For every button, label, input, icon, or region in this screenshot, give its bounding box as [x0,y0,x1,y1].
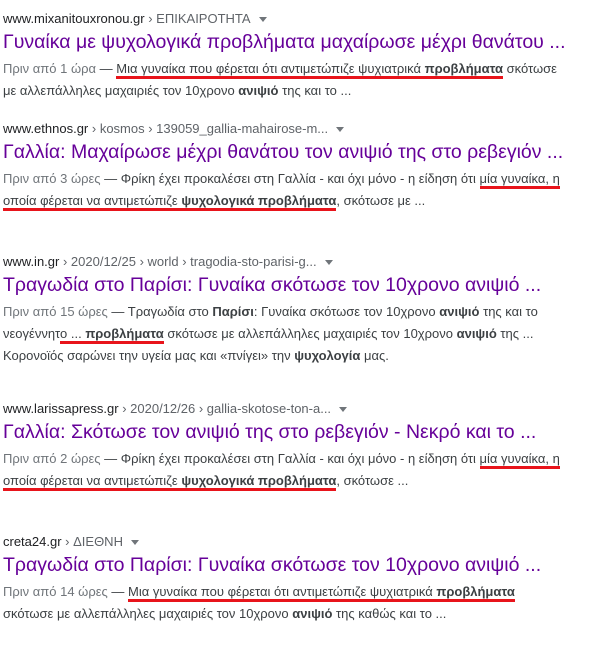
result-title-link[interactable]: Τραγωδία στο Παρίσι: Γυναίκα σκότωσε τον… [3,272,604,298]
result-snippet: Πριν από 14 ώρες — Μια γυναίκα που φέρετ… [3,581,604,625]
snippet-text: της και το [479,304,538,319]
result-snippet: Πριν από 1 ώρα — Μια γυναίκα που φέρεται… [3,58,604,102]
snippet-highlight: ανιψιό [292,606,333,621]
annotated-phrase: προβλήματα [436,584,515,602]
snippet-text: σκότωσε [503,61,557,76]
result-site[interactable]: www.mixanitouxronou.gr [3,11,145,26]
snippet-highlight: Παρίσι [212,304,254,319]
result-title-link[interactable]: Γυναίκα με ψυχολογικά προβλήματα μαχαίρω… [3,29,604,55]
snippet-text: — Τραγωδία στο [107,304,213,319]
snippet-line: Πριν από 14 ώρες — Μια γυναίκα που φέρετ… [3,581,604,603]
annotated-phrase: ο ... [60,326,86,344]
snippet-line: Πριν από 3 ώρες — Φρίκη έχει προκαλέσει … [3,168,604,190]
annotated-phrase: οποία φέρεται να αντιμετώπιζε [3,473,182,491]
chevron-down-icon[interactable] [130,540,139,546]
snippet-text: μας. [360,348,389,363]
annotated-phrase: προβλήματα [85,326,164,344]
snippet-line: Πριν από 1 ώρα — Μια γυναίκα που φέρεται… [3,58,604,80]
annotated-phrase: μία γυναίκα, η [479,451,560,469]
result-url[interactable]: creta24.gr › ΔΙΕΘΝΗ [3,533,604,551]
snippet-text: — [107,584,129,599]
result-breadcrumb: › kosmos › 139059_gallia-mahairose-m... [88,121,329,136]
annotated-phrase: Μια γυναίκα που φέρεται ότι αντιμετώπιζε… [116,61,425,79]
snippet-highlight: ανιψιό [439,304,480,319]
annotated-phrase: προβλήματα [424,61,504,79]
chevron-down-icon[interactable] [258,17,267,23]
result-breadcrumb: › 2020/12/26 › gallia-skotose-ton-a... [118,401,332,416]
result-title-link[interactable]: Τραγωδία στο Παρίσι: Γυναίκα σκότωσε τον… [3,552,604,578]
search-results: www.mixanitouxronou.gr › ΕΠΙΚΑΙΡΟΤΗΤΑ Γυ… [3,0,604,653]
result-date: Πριν από 3 ώρες [3,171,101,186]
result-title-link[interactable]: Γαλλία: Μαχαίρωσε μέχρι θανάτου τον ανιψ… [3,139,604,165]
search-result: www.larissapress.gr › 2020/12/26 › galli… [3,400,604,523]
result-url[interactable]: www.ethnos.gr › kosmos › 139059_gallia-m… [3,120,604,138]
snippet-text: της καθώς και το ... [332,606,447,621]
snippet-text: — [96,61,117,76]
snippet-line: σκότωσε με αλλεπάλληλες μαχαιριές τον 10… [3,603,604,625]
result-url[interactable]: www.larissapress.gr › 2020/12/26 › galli… [3,400,604,418]
result-snippet: Πριν από 15 ώρες — Τραγωδία στο Παρίσι: … [3,301,604,367]
snippet-text: με αλλεπάλληλες μαχαιριές τον 10χρονο [3,83,239,98]
result-title-link[interactable]: Γαλλία: Σκότωσε τον ανιψιό της στο ρεβεγ… [3,419,604,445]
snippet-highlight: ψυχολογία [294,348,361,363]
annotated-phrase: ψυχολογικά προβλήματα [181,193,337,211]
snippet-line: οποία φέρεται να αντιμετώπιζε ψυχολογικά… [3,190,604,212]
result-url[interactable]: www.mixanitouxronou.gr › ΕΠΙΚΑΙΡΟΤΗΤΑ [3,10,604,28]
snippet-line: οποία φέρεται να αντιμετώπιζε ψυχολογικά… [3,470,604,492]
search-result: www.mixanitouxronou.gr › ΕΠΙΚΑΙΡΟΤΗΤΑ Γυ… [3,10,604,110]
result-site[interactable]: www.larissapress.gr [3,401,119,416]
annotated-phrase: μία γυναίκα, η [479,171,560,189]
snippet-line: νεογέννητο ... προβλήματα σκότωσε με αλλ… [3,323,604,345]
result-site[interactable]: creta24.gr [3,534,62,549]
snippet-line: Κορονοϊός σαρώνει την υγεία μας και «πνί… [3,345,604,367]
chevron-down-icon[interactable] [339,407,348,413]
snippet-text: , σκότωσε με ... [336,193,426,208]
result-date: Πριν από 1 ώρα [3,61,97,76]
result-snippet: Πριν από 3 ώρες — Φρίκη έχει προκαλέσει … [3,168,604,212]
search-result: www.in.gr › 2020/12/25 › world › tragodi… [3,253,604,390]
result-date: Πριν από 2 ώρες [3,451,101,466]
result-breadcrumb: › 2020/12/25 › world › tragodia-sto-pari… [59,254,317,269]
snippet-text: Κορονοϊός σαρώνει την υγεία μας και «πνί… [3,348,295,363]
result-breadcrumb: › ΔΙΕΘΝΗ [61,534,123,549]
snippet-line: Πριν από 15 ώρες — Τραγωδία στο Παρίσι: … [3,301,604,323]
result-date: Πριν από 14 ώρες [3,584,108,599]
annotated-phrase: οποία φέρεται να αντιμετώπιζε [3,193,182,211]
snippet-text: της ... [496,326,534,341]
search-result: creta24.gr › ΔΙΕΘΝΗ Τραγωδία στο Παρίσι:… [3,533,604,653]
snippet-text: — Φρίκη έχει προκαλέσει στη Γαλλία - και… [100,451,480,466]
result-breadcrumb: › ΕΠΙΚΑΙΡΟΤΗΤΑ [144,11,251,26]
snippet-text: σκότωσε με αλλεπάλληλες μαχαιριές τον 10… [163,326,457,341]
snippet-text: , σκότωσε ... [336,473,409,488]
search-result: www.ethnos.gr › kosmos › 139059_gallia-m… [3,120,604,243]
snippet-text: της και το ... [278,83,352,98]
snippet-text: νεογέννητ [3,326,61,341]
snippet-line: με αλλεπάλληλες μαχαιριές τον 10χρονο αν… [3,80,604,102]
snippet-text: σκότωσε με αλλεπάλληλες μαχαιριές τον 10… [3,606,293,621]
snippet-text: : Γυναίκα σκότωσε τον 10χρονο [253,304,440,319]
chevron-down-icon[interactable] [336,127,345,133]
result-site[interactable]: www.ethnos.gr [3,121,88,136]
result-date: Πριν από 15 ώρες [3,304,108,319]
snippet-highlight: ανιψιό [456,326,497,341]
snippet-line: Πριν από 2 ώρες — Φρίκη έχει προκαλέσει … [3,448,604,470]
snippet-text: — Φρίκη έχει προκαλέσει στη Γαλλία - και… [100,171,480,186]
result-site[interactable]: www.in.gr [3,254,59,269]
snippet-highlight: ανιψιό [238,83,279,98]
result-url[interactable]: www.in.gr › 2020/12/25 › world › tragodi… [3,253,604,271]
annotated-phrase: Μια γυναίκα που φέρεται ότι αντιμετώπιζε… [128,584,437,602]
chevron-down-icon[interactable] [324,260,333,266]
result-snippet: Πριν από 2 ώρες — Φρίκη έχει προκαλέσει … [3,448,604,492]
annotated-phrase: ψυχολογικά προβλήματα [181,473,337,491]
